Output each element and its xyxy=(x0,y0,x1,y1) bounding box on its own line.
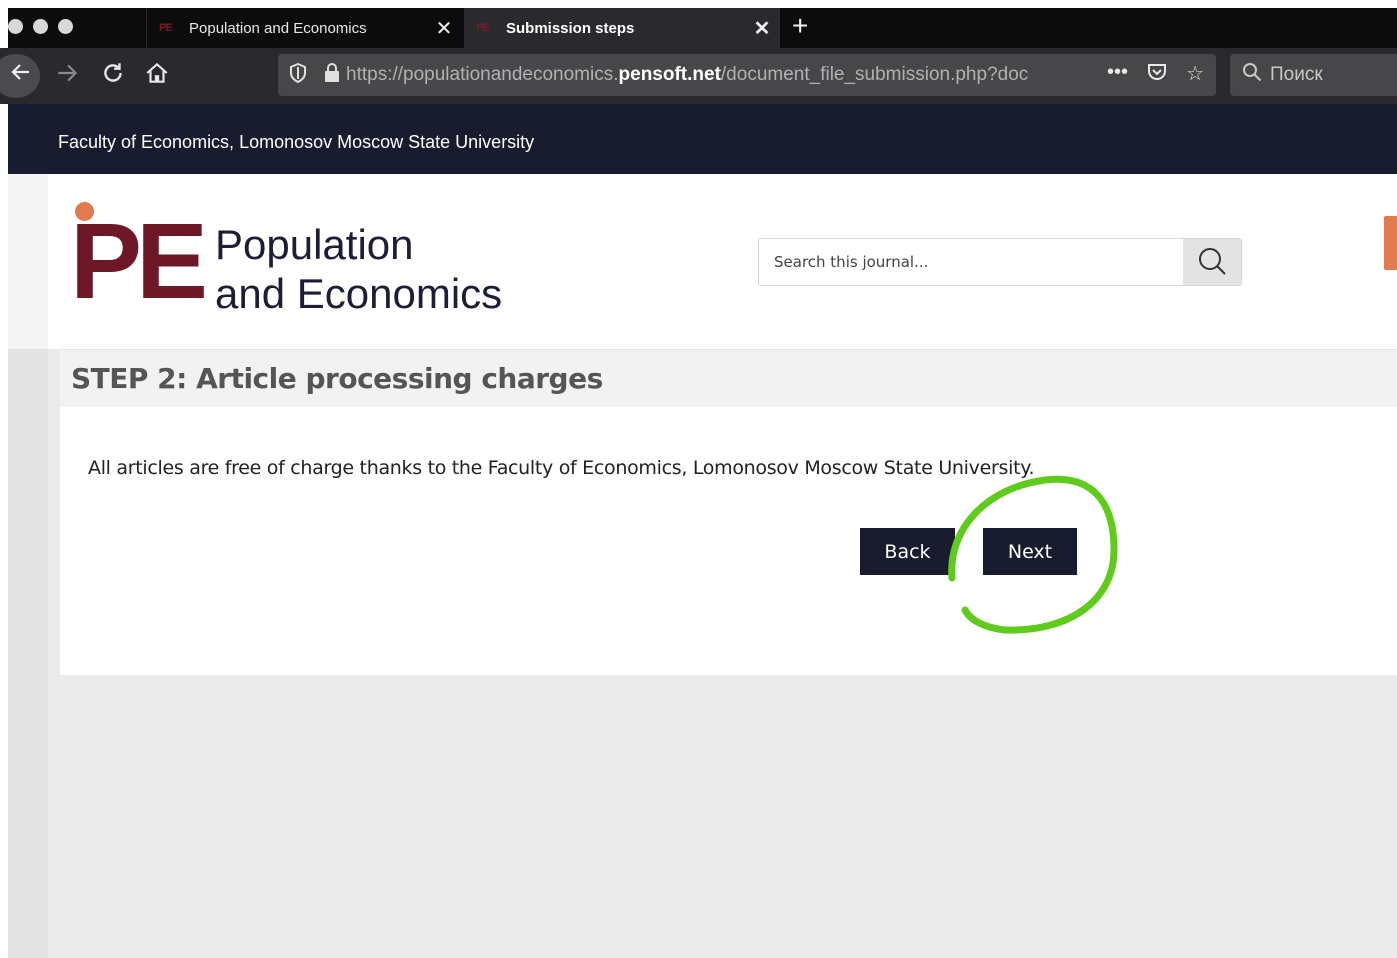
browser-toolbar: https://populationandeconomics.pensoft.n… xyxy=(0,48,1397,104)
browser-search-placeholder: Поиск xyxy=(1270,64,1323,85)
window-zoom-dot[interactable] xyxy=(58,19,73,34)
reload-icon[interactable] xyxy=(100,60,126,93)
tab-population-and-economics[interactable]: PE Population and Economics ✕ xyxy=(146,8,462,48)
close-icon[interactable]: ✕ xyxy=(744,16,780,41)
window-close-dot[interactable] xyxy=(8,19,23,34)
tab-title: Submission steps xyxy=(506,19,635,37)
step-header: STEP 2: Article processing charges xyxy=(60,349,1397,407)
page: Faculty of Economics, Lomonosov Moscow S… xyxy=(8,104,1397,958)
browser-search-field[interactable]: Поиск xyxy=(1230,54,1397,96)
logo-line-2: and Economics xyxy=(215,270,503,317)
magnifier-icon xyxy=(1199,248,1226,275)
step-content: All articles are free of charge thanks t… xyxy=(60,407,1397,675)
side-menu-tab[interactable] xyxy=(1384,216,1397,270)
more-actions-icon[interactable]: ••• xyxy=(1107,61,1128,89)
journal-search-input[interactable] xyxy=(759,239,1183,285)
search-icon xyxy=(1242,62,1262,88)
close-icon[interactable]: ✕ xyxy=(426,16,462,41)
apc-message: All articles are free of charge thanks t… xyxy=(88,457,1035,479)
next-button[interactable]: Next xyxy=(983,528,1077,575)
window-minimize-dot[interactable] xyxy=(33,19,48,34)
pe-favicon-icon: PE xyxy=(159,22,173,34)
home-icon[interactable] xyxy=(144,60,170,93)
logo-line-1: Population xyxy=(215,221,414,268)
forward-arrow-icon[interactable] xyxy=(54,60,80,93)
institution-strip: Faculty of Economics, Lomonosov Moscow S… xyxy=(8,104,1397,174)
browser-tab-bar: PE Population and Economics ✕ PE Submiss… xyxy=(8,8,1397,48)
back-button[interactable]: Back xyxy=(860,528,955,575)
lock-icon[interactable] xyxy=(318,62,346,88)
address-bar[interactable]: https://populationandeconomics.pensoft.n… xyxy=(278,54,1216,96)
new-tab-icon[interactable]: + xyxy=(792,10,808,42)
journal-search xyxy=(758,238,1242,286)
bookmark-star-icon[interactable]: ☆ xyxy=(1186,61,1204,89)
step-title: STEP 2: Article processing charges xyxy=(71,362,603,395)
shield-icon[interactable] xyxy=(278,62,318,88)
back-arrow-icon[interactable] xyxy=(0,54,40,98)
pe-favicon-icon: PE xyxy=(476,22,490,34)
site-header: PE Population and Economics xyxy=(8,174,1397,349)
tab-submission-steps[interactable]: PE Submission steps ✕ xyxy=(464,8,780,48)
pocket-icon[interactable] xyxy=(1146,61,1168,89)
url-text[interactable]: https://populationandeconomics.pensoft.n… xyxy=(346,64,1107,86)
tab-title: Population and Economics xyxy=(189,19,367,37)
logo-dot xyxy=(75,202,94,221)
journal-search-button[interactable] xyxy=(1183,239,1241,285)
